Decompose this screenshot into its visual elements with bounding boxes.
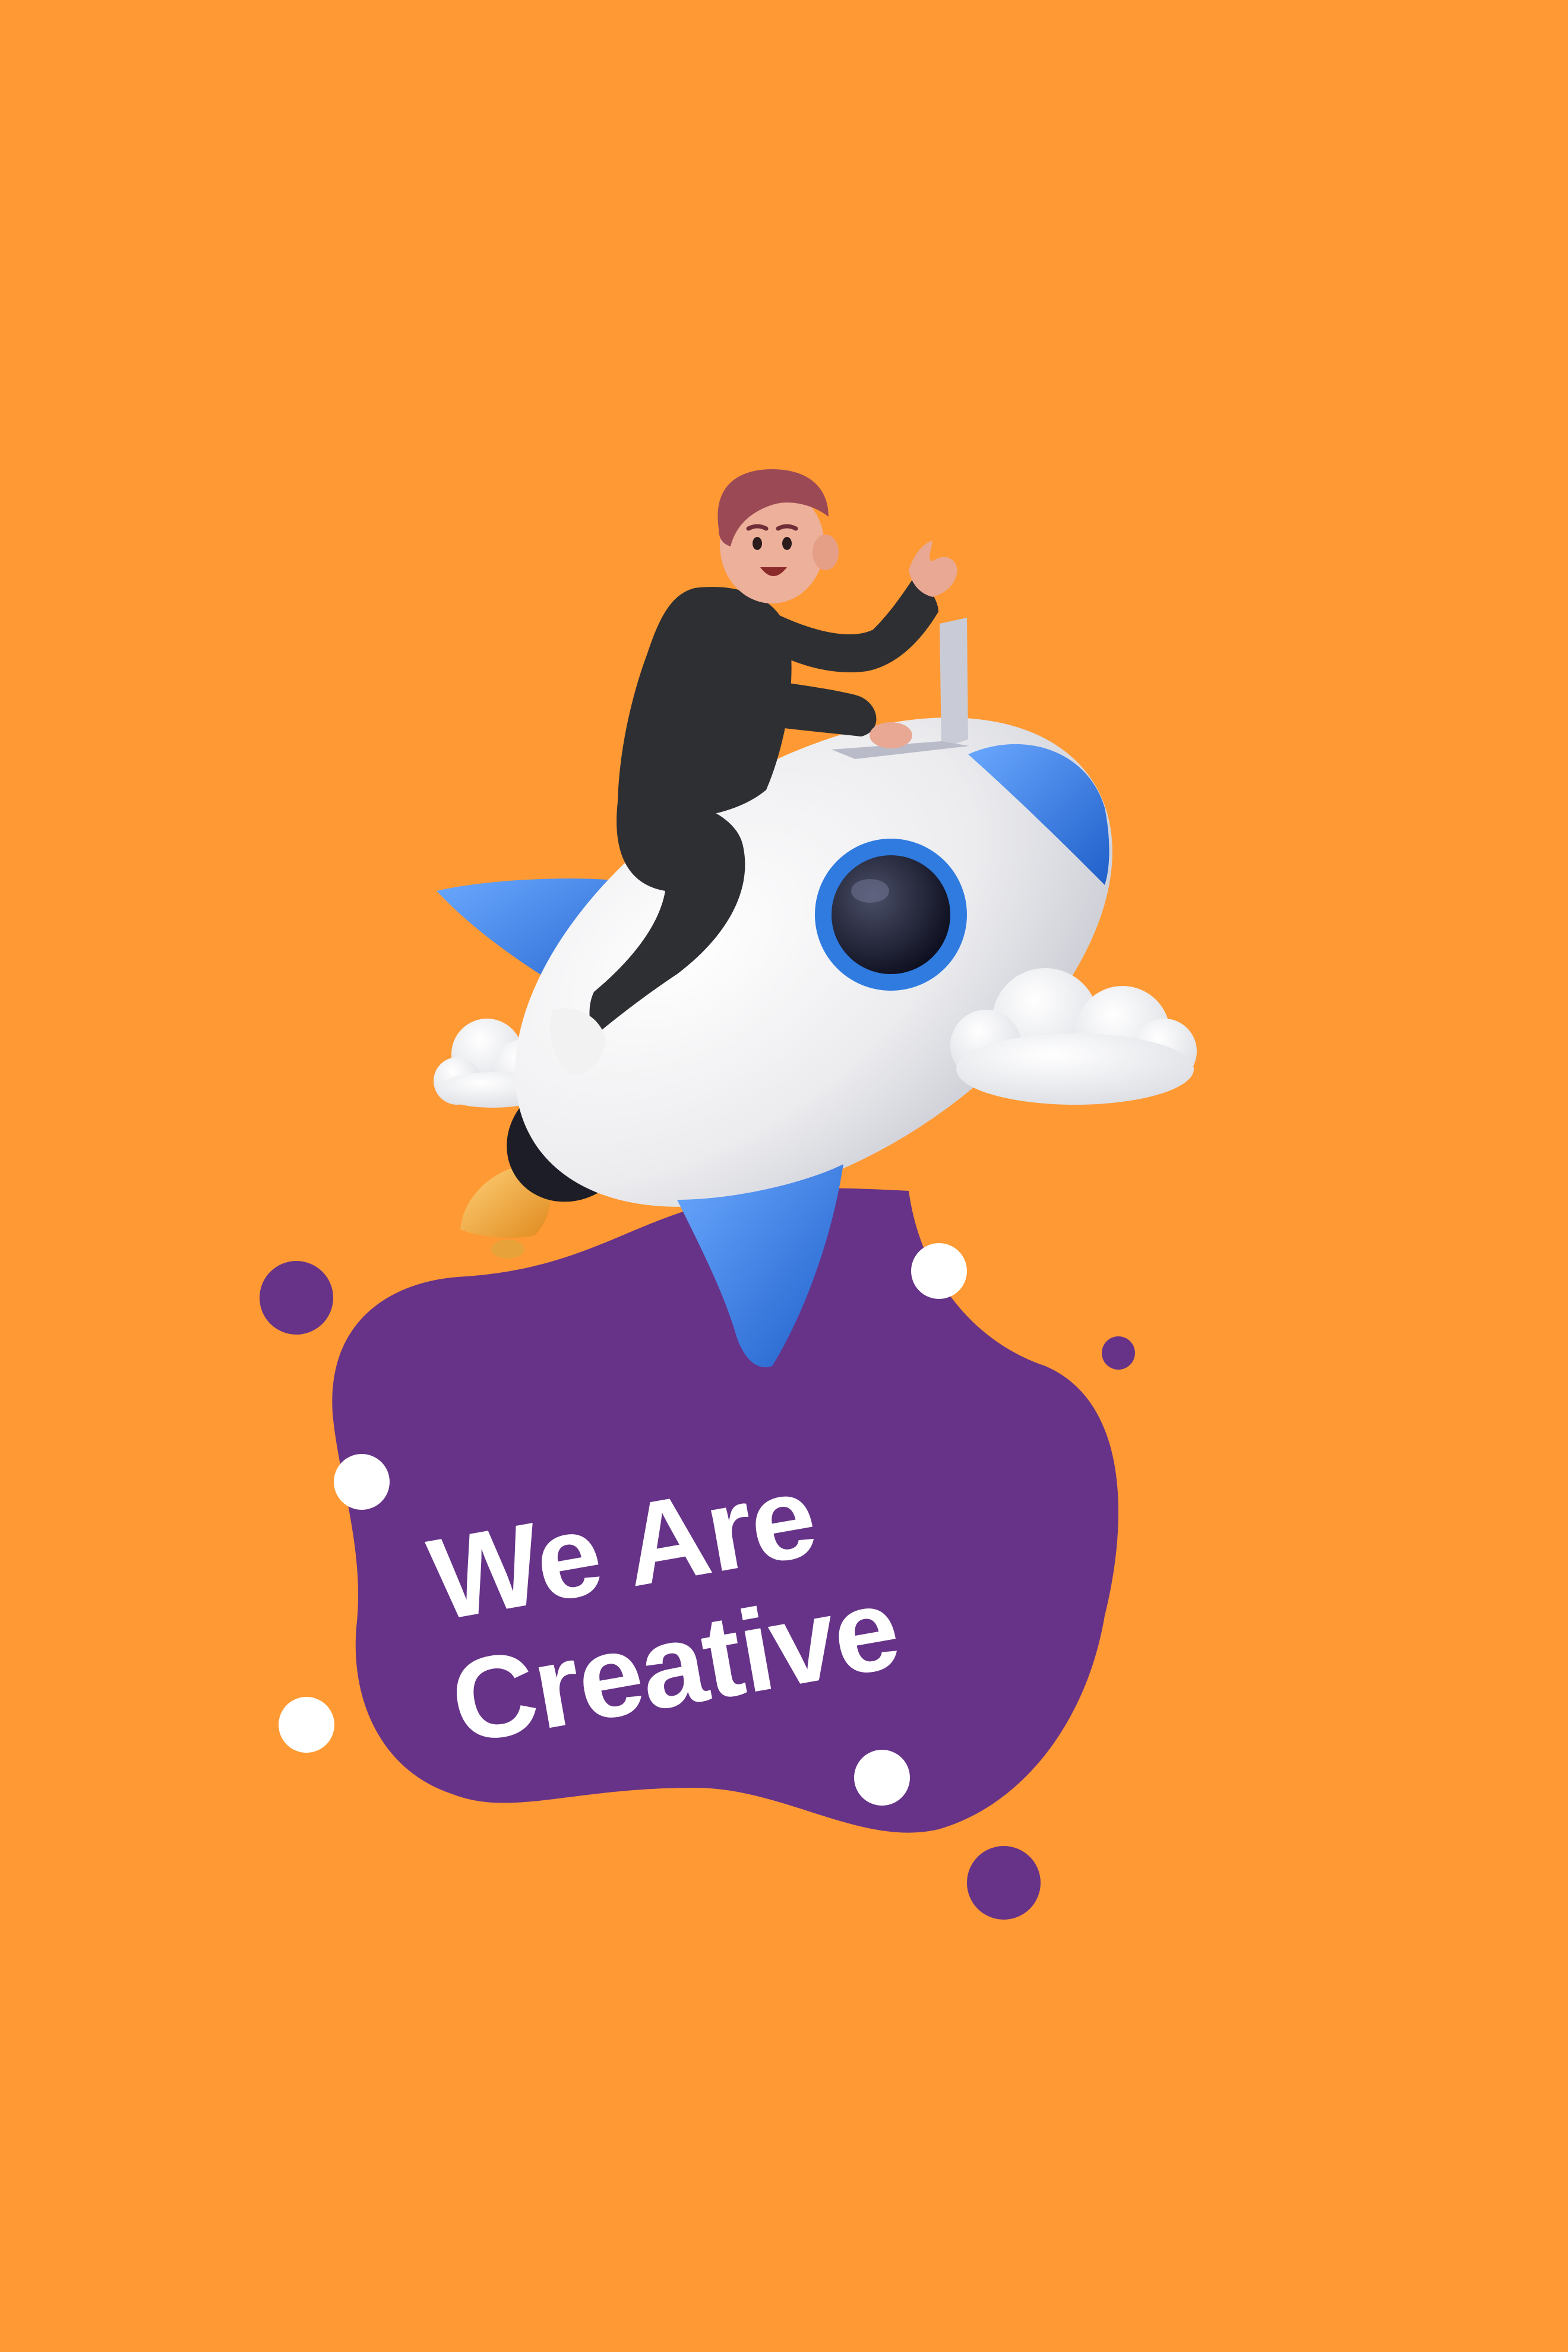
white-dot-lower-right xyxy=(854,1750,910,1806)
white-dot-top xyxy=(911,1243,967,1299)
white-dot-lower-left xyxy=(279,1697,334,1753)
rocket-window xyxy=(832,855,950,974)
purple-dot-bottom xyxy=(967,1846,1041,1920)
flame-drop-icon xyxy=(491,1240,524,1259)
purple-dot-large xyxy=(260,1261,333,1335)
laptop-screen xyxy=(940,618,968,748)
character-hand-front xyxy=(870,722,912,748)
white-dot-left xyxy=(334,1454,390,1510)
poster-canvas: We Are Creative xyxy=(260,469,1197,1920)
purple-dot-small xyxy=(1102,1336,1135,1370)
